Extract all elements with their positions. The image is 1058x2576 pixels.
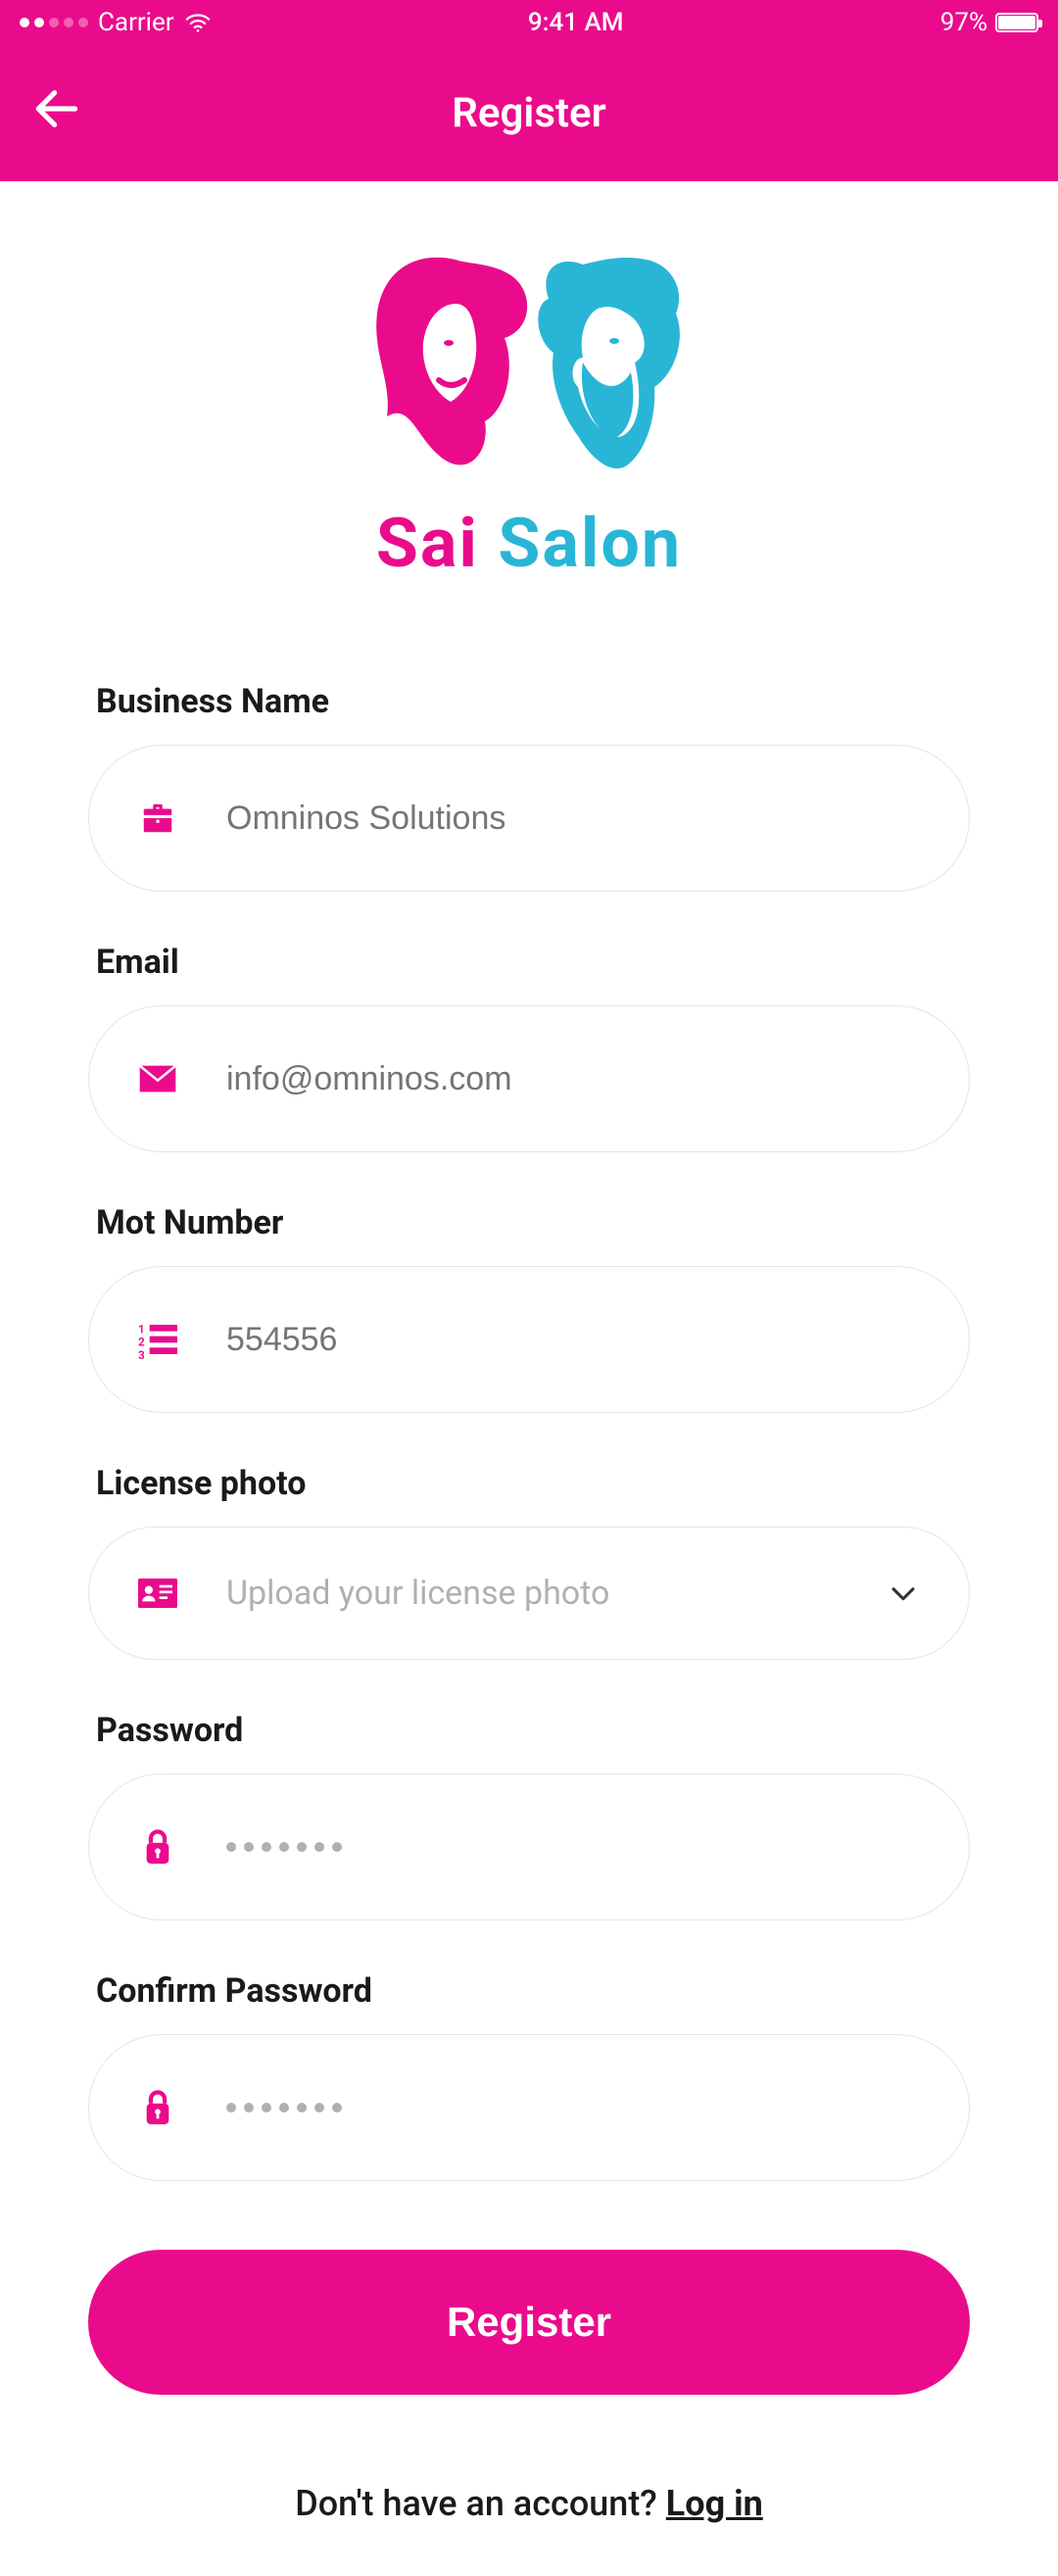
business-name-field[interactable]	[226, 800, 920, 838]
email-field[interactable]	[226, 1060, 920, 1098]
brand-word-1: Sai	[376, 504, 479, 584]
signup-footer: Don't have an account? Log in	[88, 2483, 970, 2524]
lock-icon	[138, 1827, 177, 1867]
footer-prompt: Don't have an account?	[295, 2483, 666, 2524]
battery-percent: 97%	[940, 8, 987, 37]
briefcase-icon	[138, 799, 177, 838]
numbered-list-icon: 1 2 3	[138, 1320, 177, 1359]
clock: 9:41 AM	[528, 8, 624, 37]
carrier-label: Carrier	[98, 8, 174, 37]
status-right: 97%	[940, 8, 1038, 37]
svg-text:1: 1	[138, 1322, 145, 1336]
password-input[interactable]	[88, 1774, 970, 1920]
business-name-label: Business Name	[88, 682, 970, 721]
license-label: License photo	[88, 1464, 970, 1503]
id-card-icon	[138, 1574, 177, 1613]
chevron-down-icon	[887, 1577, 920, 1610]
brand-logo: Sai Salon	[88, 240, 970, 584]
business-name-input[interactable]	[88, 745, 970, 892]
mot-number-field[interactable]	[226, 1321, 920, 1359]
man-face-icon	[529, 245, 696, 480]
svg-text:3: 3	[138, 1348, 145, 1359]
email-label: Email	[88, 943, 970, 982]
confirm-password-input[interactable]	[88, 2034, 970, 2181]
svg-text:2: 2	[138, 1336, 145, 1349]
app-header: Register	[0, 44, 1058, 181]
envelope-icon	[138, 1059, 177, 1098]
login-link[interactable]: Log in	[666, 2483, 763, 2524]
status-bar: Carrier 9:41 AM 97%	[0, 0, 1058, 44]
license-placeholder: Upload your license photo	[226, 1574, 609, 1613]
woman-face-icon	[362, 245, 549, 480]
license-upload[interactable]: Upload your license photo	[88, 1527, 970, 1660]
password-label: Password	[88, 1711, 970, 1750]
mot-number-input[interactable]: 1 2 3	[88, 1266, 970, 1413]
battery-icon	[995, 13, 1038, 32]
confirm-password-label: Confirm Password	[88, 1971, 970, 2011]
register-button[interactable]: Register	[88, 2250, 970, 2395]
password-field[interactable]	[226, 1842, 342, 1852]
signal-strength-icon	[20, 18, 88, 27]
confirm-password-field[interactable]	[226, 2103, 342, 2113]
lock-icon	[138, 2088, 177, 2127]
wifi-icon	[184, 13, 212, 32]
email-input[interactable]	[88, 1005, 970, 1152]
status-left: Carrier	[20, 8, 212, 37]
brand-word-2: Salon	[498, 504, 682, 584]
page-title: Register	[0, 89, 1058, 137]
mot-number-label: Mot Number	[88, 1203, 970, 1242]
